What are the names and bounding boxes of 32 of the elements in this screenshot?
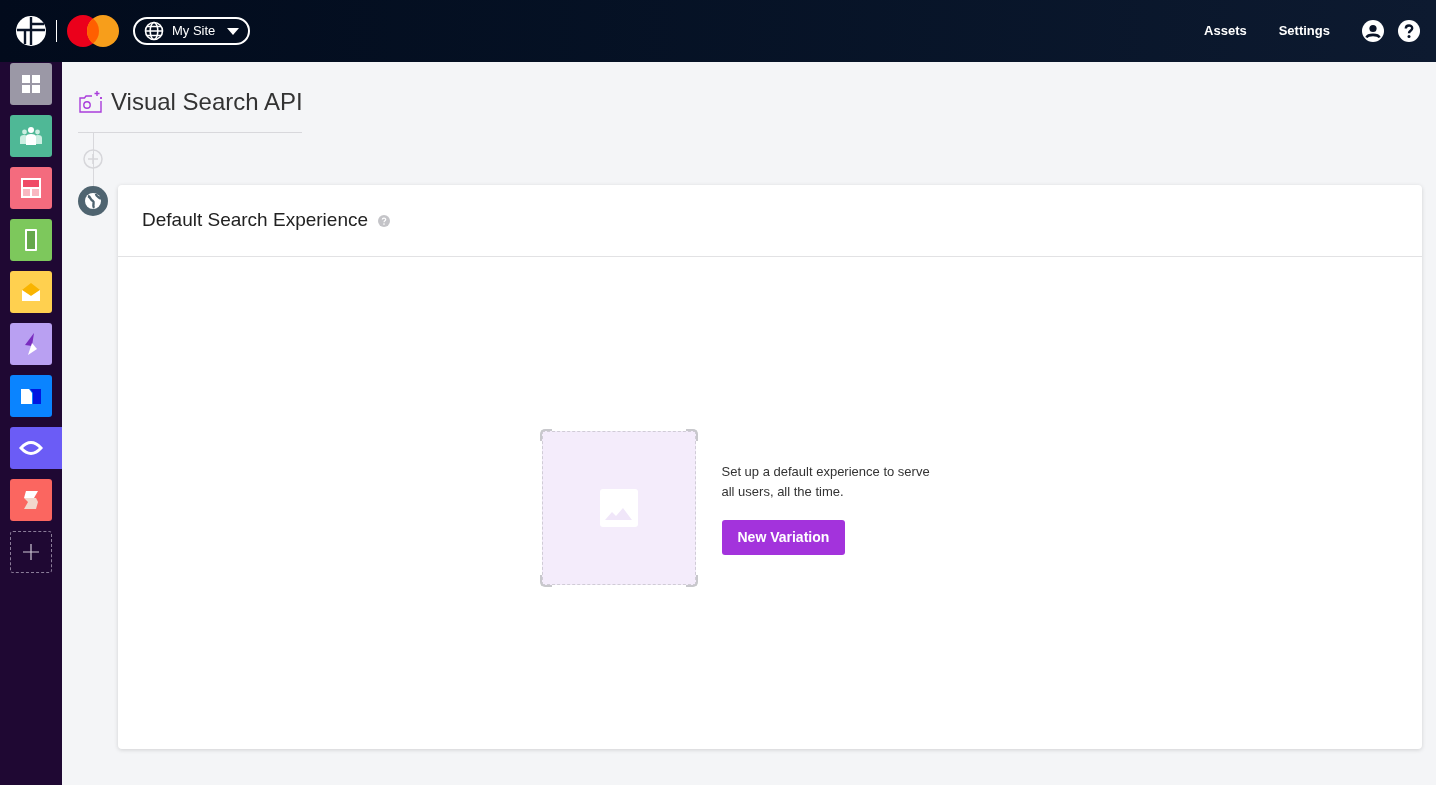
app-tile[interactable]: [10, 115, 52, 157]
camera-sparkle-icon: [78, 90, 103, 114]
app-tile[interactable]: [10, 219, 52, 261]
site-selector[interactable]: My Site: [133, 17, 251, 45]
globe-icon: [144, 21, 164, 41]
add-app-button[interactable]: [10, 531, 52, 573]
card-title: Default Search Experience: [142, 208, 368, 233]
globe-icon: [78, 186, 108, 216]
new-variation-button[interactable]: New Variation: [721, 519, 846, 555]
app-tile[interactable]: [10, 323, 52, 365]
grid-icon: [19, 72, 43, 96]
nav-link[interactable]: Settings: [1278, 21, 1330, 41]
brand-logo-icon: [67, 15, 119, 47]
nav-link[interactable]: Assets: [1204, 21, 1247, 41]
site-name: My Site: [172, 22, 216, 41]
layout-icon: [19, 176, 43, 200]
help-icon[interactable]: [1398, 20, 1420, 42]
envelope-icon: [19, 280, 43, 304]
app-tile[interactable]: [10, 167, 52, 209]
empty-state-message: Set up a default experience to serve all users, all the time.: [721, 462, 931, 501]
caret-icon: [227, 27, 240, 35]
image-icon: [599, 489, 638, 527]
app-tile[interactable]: [10, 479, 52, 521]
app-tile[interactable]: [10, 271, 52, 313]
logo-icon[interactable]: [16, 16, 46, 46]
plus-icon: [23, 544, 39, 560]
app-tile[interactable]: [10, 63, 52, 105]
people-icon: [19, 124, 43, 148]
app-tile[interactable]: [10, 375, 52, 417]
app-tile[interactable]: [10, 427, 62, 469]
user-icon[interactable]: [1362, 20, 1384, 42]
page-title: Visual Search API: [111, 90, 303, 114]
